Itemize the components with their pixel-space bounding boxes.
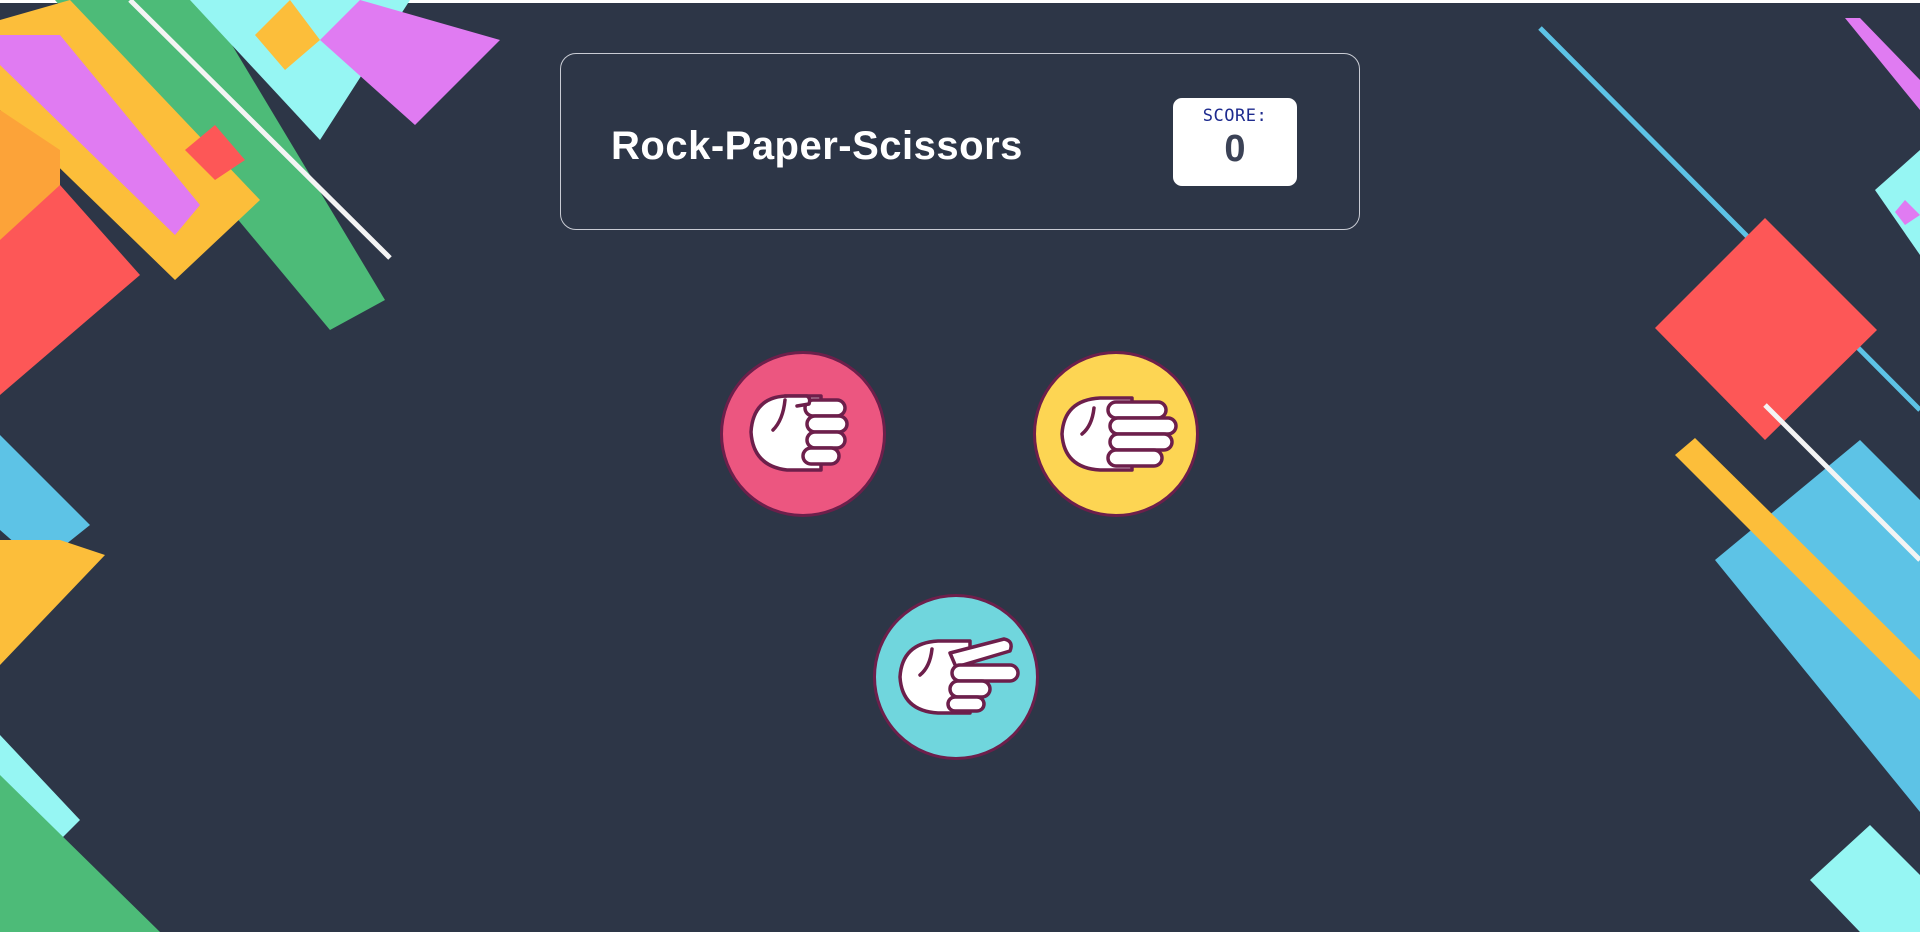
decor-left-bottom bbox=[0, 735, 160, 932]
score-value: 0 bbox=[1224, 128, 1246, 170]
scissors-hand-icon bbox=[898, 637, 1020, 715]
game-header: Rock-Paper-Scissors SCORE: 0 bbox=[560, 53, 1360, 230]
game-screen: Rock-Paper-Scissors SCORE: 0 bbox=[0, 0, 1920, 932]
top-strip bbox=[0, 0, 1920, 3]
paper-hand-icon bbox=[1060, 396, 1178, 472]
rock-button[interactable] bbox=[720, 351, 886, 517]
score-label: SCORE: bbox=[1202, 106, 1268, 126]
decor-left-middle bbox=[0, 435, 105, 665]
paper-button[interactable] bbox=[1033, 351, 1199, 517]
game-title: Rock-Paper-Scissors bbox=[611, 124, 1023, 168]
scissors-button[interactable] bbox=[873, 594, 1039, 760]
rock-fist-icon bbox=[749, 394, 849, 472]
decor-left-top bbox=[0, 0, 500, 395]
decor-right bbox=[1538, 18, 1920, 932]
score-box: SCORE: 0 bbox=[1173, 98, 1297, 186]
